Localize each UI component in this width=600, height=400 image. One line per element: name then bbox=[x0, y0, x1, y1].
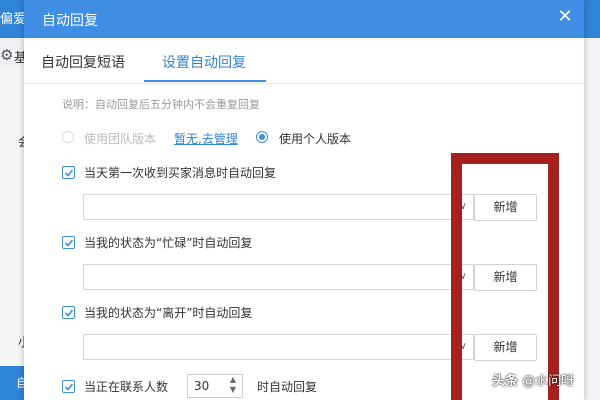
rule-checkbox-contact-count[interactable] bbox=[62, 380, 75, 393]
tab-auto-reply-phrases[interactable]: 自动回复短语 bbox=[41, 52, 125, 72]
rule-label-busy: 当我的状态为“忙碌”时自动回复 bbox=[84, 236, 253, 250]
manage-link[interactable]: 暂无,去管理 bbox=[174, 130, 238, 147]
rule-label-first-message: 当天第一次收到买家消息时自动回复 bbox=[84, 166, 277, 180]
checkmark-icon bbox=[64, 309, 74, 317]
rule-label-contact-count-prefix: 当正在联系人数 bbox=[84, 380, 169, 394]
dialog-title: 自动回复 bbox=[42, 13, 98, 29]
radio-team-version[interactable] bbox=[62, 131, 74, 143]
rule-select-away[interactable]: ∨ bbox=[83, 334, 474, 360]
dialog-header: 自动回复 ✕ bbox=[24, 0, 584, 38]
dialog-tabs: 自动回复短语 设置自动回复 bbox=[24, 38, 584, 84]
contact-count-stepper[interactable]: 30 ▲ ▼ bbox=[187, 374, 243, 398]
watermark: 头条 @水问呀 bbox=[492, 370, 574, 389]
description-note: 说明：自动回复后五分钟内不会重复回复 bbox=[62, 98, 260, 111]
rule-label-contact-count-suffix: 时自动回复 bbox=[257, 380, 318, 394]
checkmark-icon bbox=[64, 383, 74, 391]
annotation-highlight-box bbox=[451, 153, 559, 400]
checkmark-icon bbox=[64, 239, 74, 247]
background-blue-tab[interactable]: 自 bbox=[0, 366, 26, 400]
rule-checkbox-first-message[interactable] bbox=[62, 166, 75, 179]
rule-label-away: 当我的状态为“离开”时自动回复 bbox=[84, 306, 253, 320]
rule-checkbox-away[interactable] bbox=[62, 306, 75, 319]
watermark-logo: 头条 bbox=[492, 374, 519, 389]
rule-checkbox-busy[interactable] bbox=[62, 236, 75, 249]
tab-auto-reply-settings[interactable]: 设置自动回复 bbox=[162, 52, 246, 72]
stepper-arrows-icon[interactable]: ▲ ▼ bbox=[226, 375, 240, 397]
watermark-text: @水问呀 bbox=[522, 374, 575, 389]
background-right-panel bbox=[584, 38, 600, 400]
radio-personal-version-label: 使用个人版本 bbox=[279, 132, 352, 146]
close-icon[interactable]: ✕ bbox=[554, 6, 576, 28]
contact-count-value: 30 bbox=[194, 379, 210, 393]
background-sidebar bbox=[0, 68, 24, 400]
rule-select-busy[interactable]: ∨ bbox=[83, 264, 474, 290]
checkmark-icon bbox=[64, 169, 74, 177]
active-tab-indicator bbox=[144, 80, 266, 82]
radio-team-version-label: 使用团队版本 bbox=[84, 132, 157, 146]
rule-select-first-message[interactable]: ∨ bbox=[83, 194, 474, 220]
radio-personal-version[interactable] bbox=[256, 131, 268, 143]
